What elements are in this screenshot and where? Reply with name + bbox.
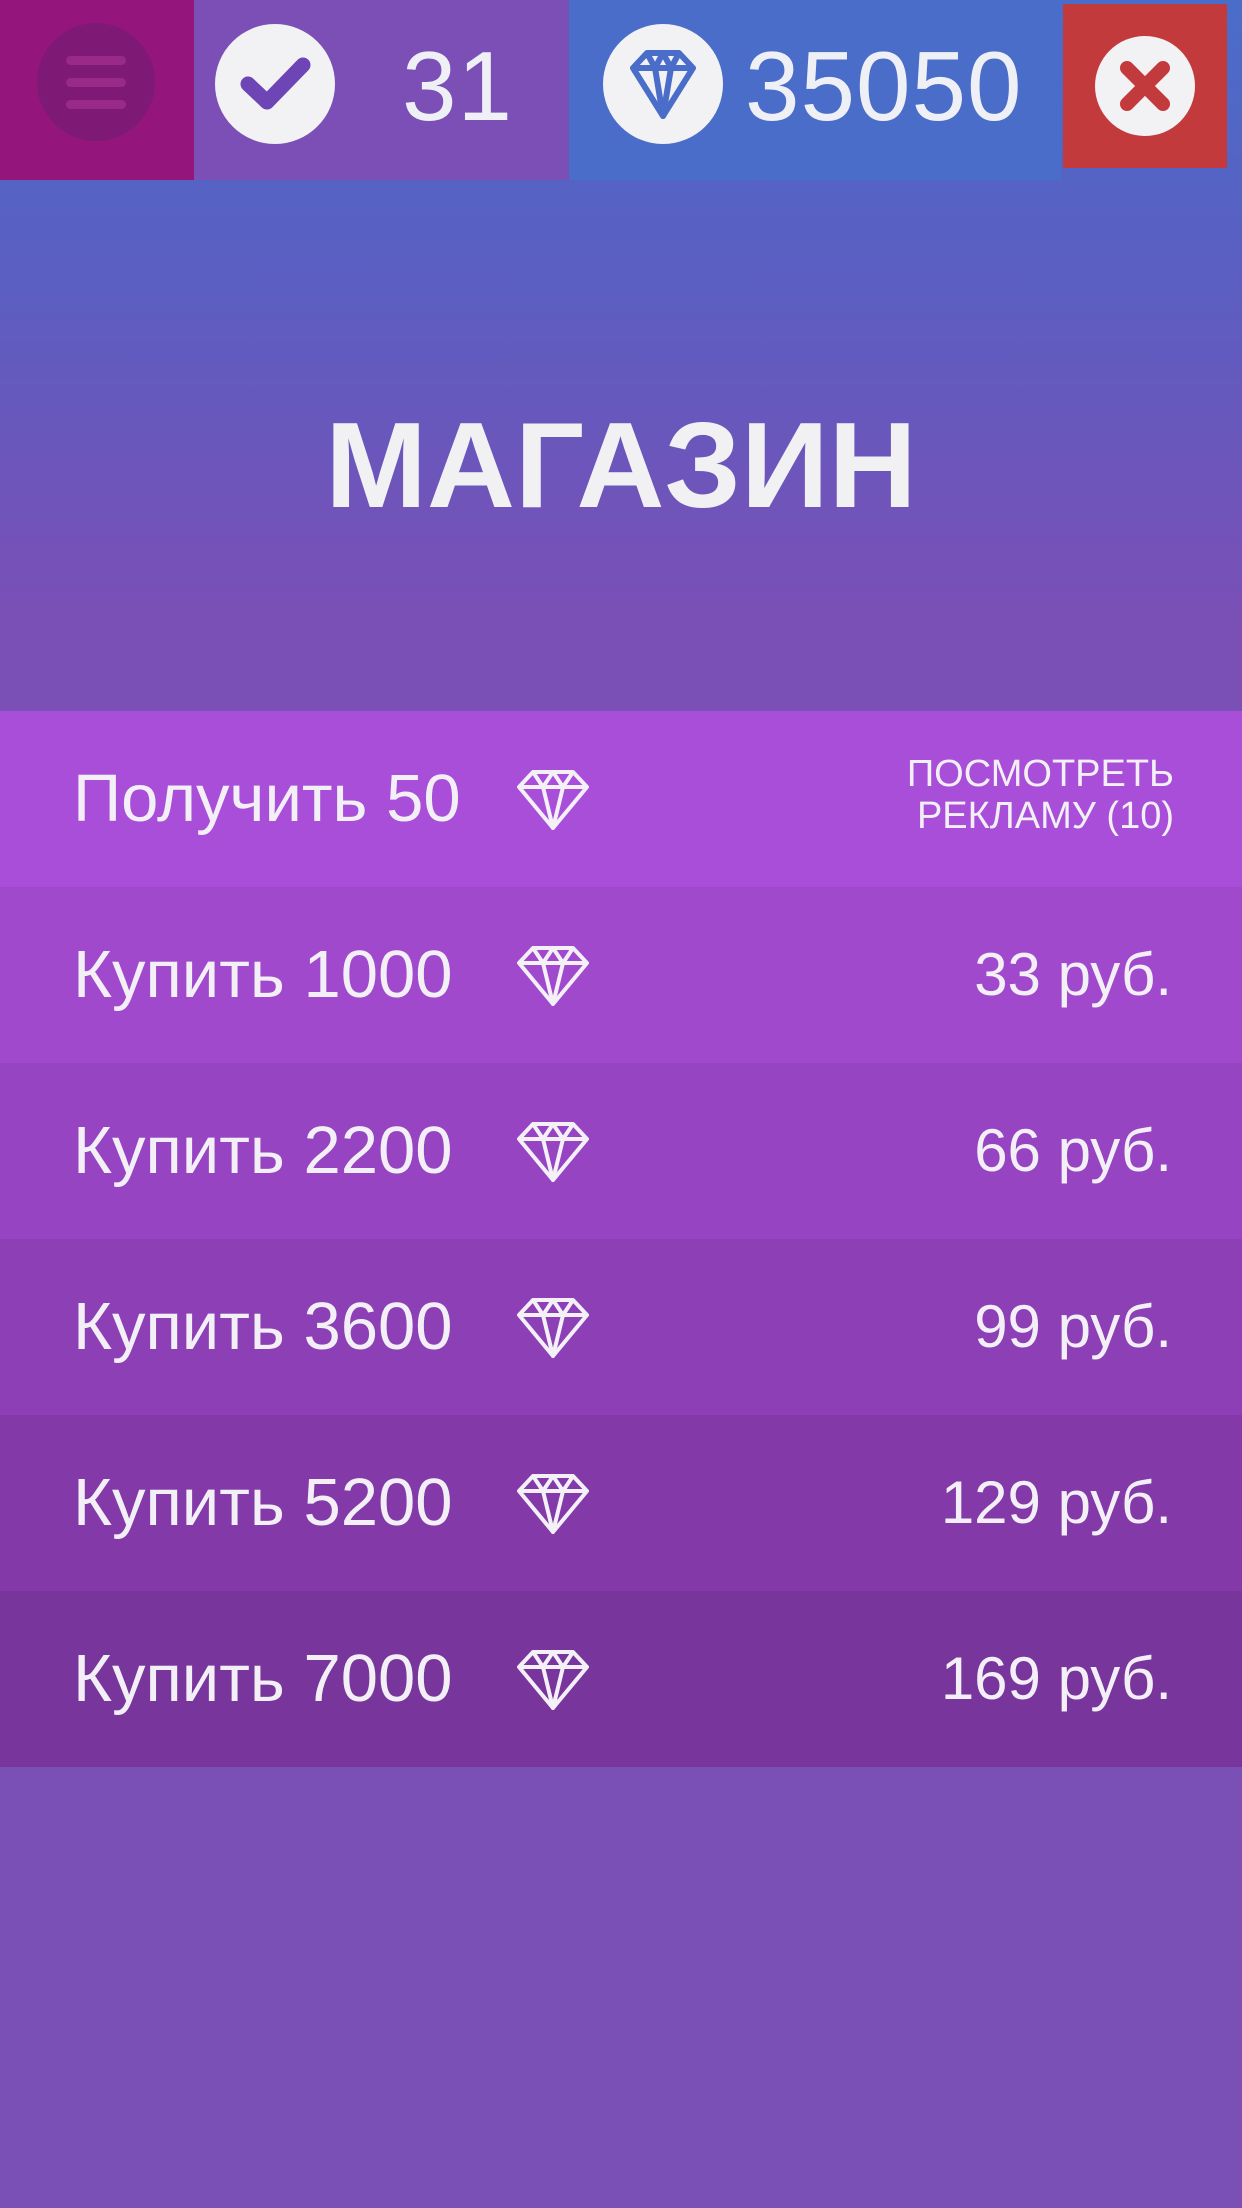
shop-item-price: 66 руб. <box>974 1117 1172 1184</box>
watch-ad-label: ПОСМОТРЕТЬ РЕКЛАМУ (10) <box>906 753 1174 837</box>
diamond-icon <box>517 1122 589 1182</box>
diamond-icon <box>517 1298 589 1358</box>
diamond-icon <box>517 1650 589 1710</box>
shop-item-label: Купить 2200 <box>73 1113 453 1188</box>
shop-item-buy-2200[interactable]: Купить 2200 66 руб. <box>0 1063 1242 1239</box>
shop-item-price: 129 руб. <box>940 1469 1172 1536</box>
shop-item-label: Купить 7000 <box>73 1641 453 1716</box>
shop-list: Получить 50 ПОСМОТРЕТЬ РЕКЛАМУ (10) Купи… <box>0 711 1242 1767</box>
close-button[interactable] <box>1063 4 1227 168</box>
shop-item-buy-1000[interactable]: Купить 1000 33 руб. <box>0 887 1242 1063</box>
shop-item-label: Купить 3600 <box>73 1289 453 1364</box>
page-title: МАГАЗИН <box>325 397 917 533</box>
shop-item-buy-3600[interactable]: Купить 3600 99 руб. <box>0 1239 1242 1415</box>
shop-item-watch-ad[interactable]: Получить 50 ПОСМОТРЕТЬ РЕКЛАМУ (10) <box>0 711 1242 887</box>
shop-item-price: 33 руб. <box>974 941 1172 1008</box>
shop-item-price: 99 руб. <box>974 1293 1172 1360</box>
score-count: 31 <box>402 31 514 141</box>
checkmark-icon <box>215 24 335 144</box>
gems-count: 35050 <box>745 31 1023 141</box>
menu-icon <box>37 23 155 141</box>
diamond-icon <box>603 24 723 144</box>
diamond-icon <box>517 1474 589 1534</box>
shop-item-label: Получить 50 <box>73 761 461 836</box>
gems-panel: 35050 <box>569 0 1061 180</box>
shop-item-label: Купить 5200 <box>73 1465 453 1540</box>
shop-item-buy-7000[interactable]: Купить 7000 169 руб. <box>0 1591 1242 1767</box>
menu-button[interactable] <box>0 0 194 180</box>
close-icon <box>1095 36 1195 136</box>
diamond-icon <box>517 946 589 1006</box>
shop-item-label: Купить 1000 <box>73 937 453 1012</box>
shop-item-buy-5200[interactable]: Купить 5200 129 руб. <box>0 1415 1242 1591</box>
top-bar: 31 35050 <box>0 0 1242 180</box>
shop-item-price: 169 руб. <box>940 1645 1172 1712</box>
diamond-icon <box>517 770 589 830</box>
score-panel: 31 <box>194 0 569 180</box>
